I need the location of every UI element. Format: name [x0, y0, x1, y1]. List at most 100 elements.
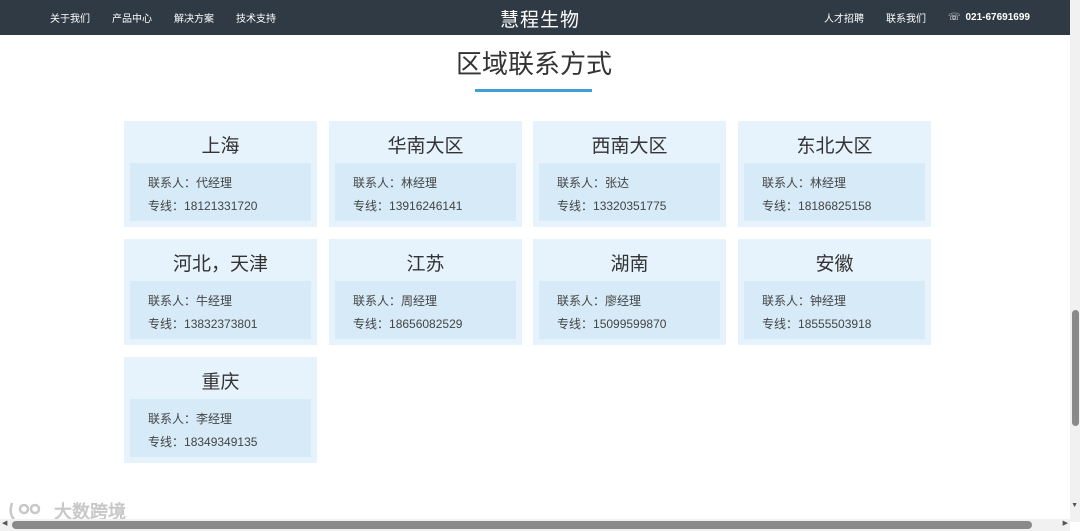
- phone-line: 专线：18186825158: [762, 197, 871, 214]
- phone-line: 专线：18349349135: [148, 433, 257, 450]
- region-name: 重庆: [201, 372, 240, 393]
- phone-line: 专线：13916246141: [353, 197, 462, 214]
- region-name: 安徽: [815, 254, 854, 275]
- phone-value: 18555503918: [798, 317, 872, 331]
- contact-line: 联系人：代经理: [148, 174, 232, 191]
- contact-line: 联系人：钟经理: [762, 292, 846, 309]
- nav-tech-support[interactable]: 技术支持: [236, 10, 276, 25]
- contact-label: 联系人：: [148, 294, 197, 308]
- region-card: 湖南 联系人：廖经理 专线：15099599870: [533, 239, 726, 345]
- phone-label: 专线：: [148, 435, 185, 449]
- contact-line: 联系人：牛经理: [148, 292, 232, 309]
- brand-name[interactable]: 慧程生物: [500, 10, 580, 31]
- nav-right-menu: 人才招聘 联系我们 ☏ 021-67691699: [824, 0, 1030, 35]
- region-details: 联系人：廖经理 专线：15099599870: [539, 281, 720, 339]
- region-details: 联系人：周经理 专线：18656082529: [335, 281, 516, 339]
- region-name: 湖南: [610, 254, 649, 275]
- phone-value: 13916246141: [389, 199, 463, 213]
- region-details: 联系人：李经理 专线：18349349135: [130, 399, 311, 457]
- phone-value: 18349349135: [184, 435, 258, 449]
- phone-icon: ☏: [947, 12, 961, 23]
- contact-person: 张达: [605, 176, 630, 190]
- contact-label: 联系人：: [353, 294, 402, 308]
- phone-line: 专线：18121331720: [148, 197, 257, 214]
- contact-line: 联系人：廖经理: [557, 292, 641, 309]
- contact-label: 联系人：: [353, 176, 402, 190]
- phone-line: 专线：13832373801: [148, 315, 257, 332]
- phone-label: 专线：: [353, 199, 390, 213]
- contact-person: 李经理: [196, 412, 233, 426]
- contact-line: 联系人：张达: [557, 174, 629, 191]
- nav-phone: ☏ 021-67691699: [948, 12, 1030, 23]
- phone-line: 专线：18656082529: [353, 315, 462, 332]
- scroll-left-arrow-icon[interactable]: ◀: [2, 519, 7, 527]
- region-card: 河北，天津 联系人：牛经理 专线：13832373801: [124, 239, 317, 345]
- nav-about-us[interactable]: 关于我们: [50, 10, 90, 25]
- phone-label: 专线：: [353, 317, 390, 331]
- phone-value: 13832373801: [184, 317, 258, 331]
- scroll-right-arrow-icon[interactable]: ▶: [1063, 519, 1068, 527]
- phone-label: 专线：: [762, 199, 799, 213]
- page-title: 区域联系方式: [455, 49, 612, 79]
- phone-line: 专线：13320351775: [557, 197, 666, 214]
- region-name: 江苏: [406, 254, 445, 275]
- nav-solutions[interactable]: 解决方案: [174, 10, 214, 25]
- region-card: 西南大区 联系人：张达 专线：13320351775: [533, 121, 726, 227]
- phone-value: 13320351775: [593, 199, 667, 213]
- contact-person: 林经理: [810, 176, 847, 190]
- region-details: 联系人：代经理 专线：18121331720: [130, 163, 311, 221]
- region-name: 上海: [201, 136, 240, 157]
- contact-person: 廖经理: [605, 294, 642, 308]
- phone-line: 专线：18555503918: [762, 315, 871, 332]
- contact-label: 联系人：: [557, 176, 606, 190]
- horizontal-scrollbar[interactable]: ◀ ▶: [0, 519, 1070, 531]
- contact-line: 联系人：李经理: [148, 410, 232, 427]
- region-name: 华南大区: [387, 136, 464, 157]
- contact-line: 联系人：周经理: [353, 292, 437, 309]
- contact-person: 牛经理: [196, 294, 233, 308]
- contact-label: 联系人：: [762, 294, 811, 308]
- region-name: 东北大区: [796, 136, 873, 157]
- horizontal-scroll-thumb[interactable]: [12, 521, 1032, 529]
- contact-line: 联系人：林经理: [762, 174, 846, 191]
- phone-value: 15099599870: [593, 317, 667, 331]
- contact-person: 周经理: [401, 294, 438, 308]
- nav-careers[interactable]: 人才招聘: [824, 10, 864, 25]
- region-details: 联系人：林经理 专线：13916246141: [335, 163, 516, 221]
- region-name: 西南大区: [591, 136, 668, 157]
- region-card: 江苏 联系人：周经理 专线：18656082529: [329, 239, 522, 345]
- phone-label: 专线：: [762, 317, 799, 331]
- phone-label: 专线：: [557, 317, 594, 331]
- phone-line: 专线：15099599870: [557, 315, 666, 332]
- scroll-down-arrow-icon[interactable]: ▼: [1071, 502, 1078, 509]
- region-details: 联系人：牛经理 专线：13832373801: [130, 281, 311, 339]
- phone-value: 18121331720: [184, 199, 258, 213]
- vertical-scroll-thumb[interactable]: [1072, 310, 1079, 426]
- region-details: 联系人：林经理 专线：18186825158: [744, 163, 925, 221]
- region-card: 重庆 联系人：李经理 专线：18349349135: [124, 357, 317, 463]
- region-card: 上海 联系人：代经理 专线：18121331720: [124, 121, 317, 227]
- phone-label: 专线：: [557, 199, 594, 213]
- contact-label: 联系人：: [557, 294, 606, 308]
- region-name: 河北，天津: [172, 254, 268, 275]
- region-card: 安徽 联系人：钟经理 专线：18555503918: [738, 239, 931, 345]
- top-navbar: 关于我们 产品中心 解决方案 技术支持 慧程生物 人才招聘 联系我们 ☏ 021…: [0, 0, 1080, 35]
- region-details: 联系人：张达 专线：13320351775: [539, 163, 720, 221]
- region-details: 联系人：钟经理 专线：18555503918: [744, 281, 925, 339]
- nav-left-menu: 关于我们 产品中心 解决方案 技术支持: [50, 0, 276, 35]
- contact-person: 钟经理: [810, 294, 847, 308]
- contact-label: 联系人：: [148, 176, 197, 190]
- phone-value: 18186825158: [798, 199, 872, 213]
- contact-line: 联系人：林经理: [353, 174, 437, 191]
- contact-person: 林经理: [401, 176, 438, 190]
- vertical-scrollbar[interactable]: ▼: [1070, 0, 1080, 522]
- region-card: 华南大区 联系人：林经理 专线：13916246141: [329, 121, 522, 227]
- phone-value: 18656082529: [389, 317, 463, 331]
- phone-label: 专线：: [148, 199, 185, 213]
- contact-label: 联系人：: [762, 176, 811, 190]
- contact-label: 联系人：: [148, 412, 197, 426]
- nav-contact-us[interactable]: 联系我们: [886, 10, 926, 25]
- phone-label: 专线：: [148, 317, 185, 331]
- contact-person: 代经理: [196, 176, 233, 190]
- nav-products[interactable]: 产品中心: [112, 10, 152, 25]
